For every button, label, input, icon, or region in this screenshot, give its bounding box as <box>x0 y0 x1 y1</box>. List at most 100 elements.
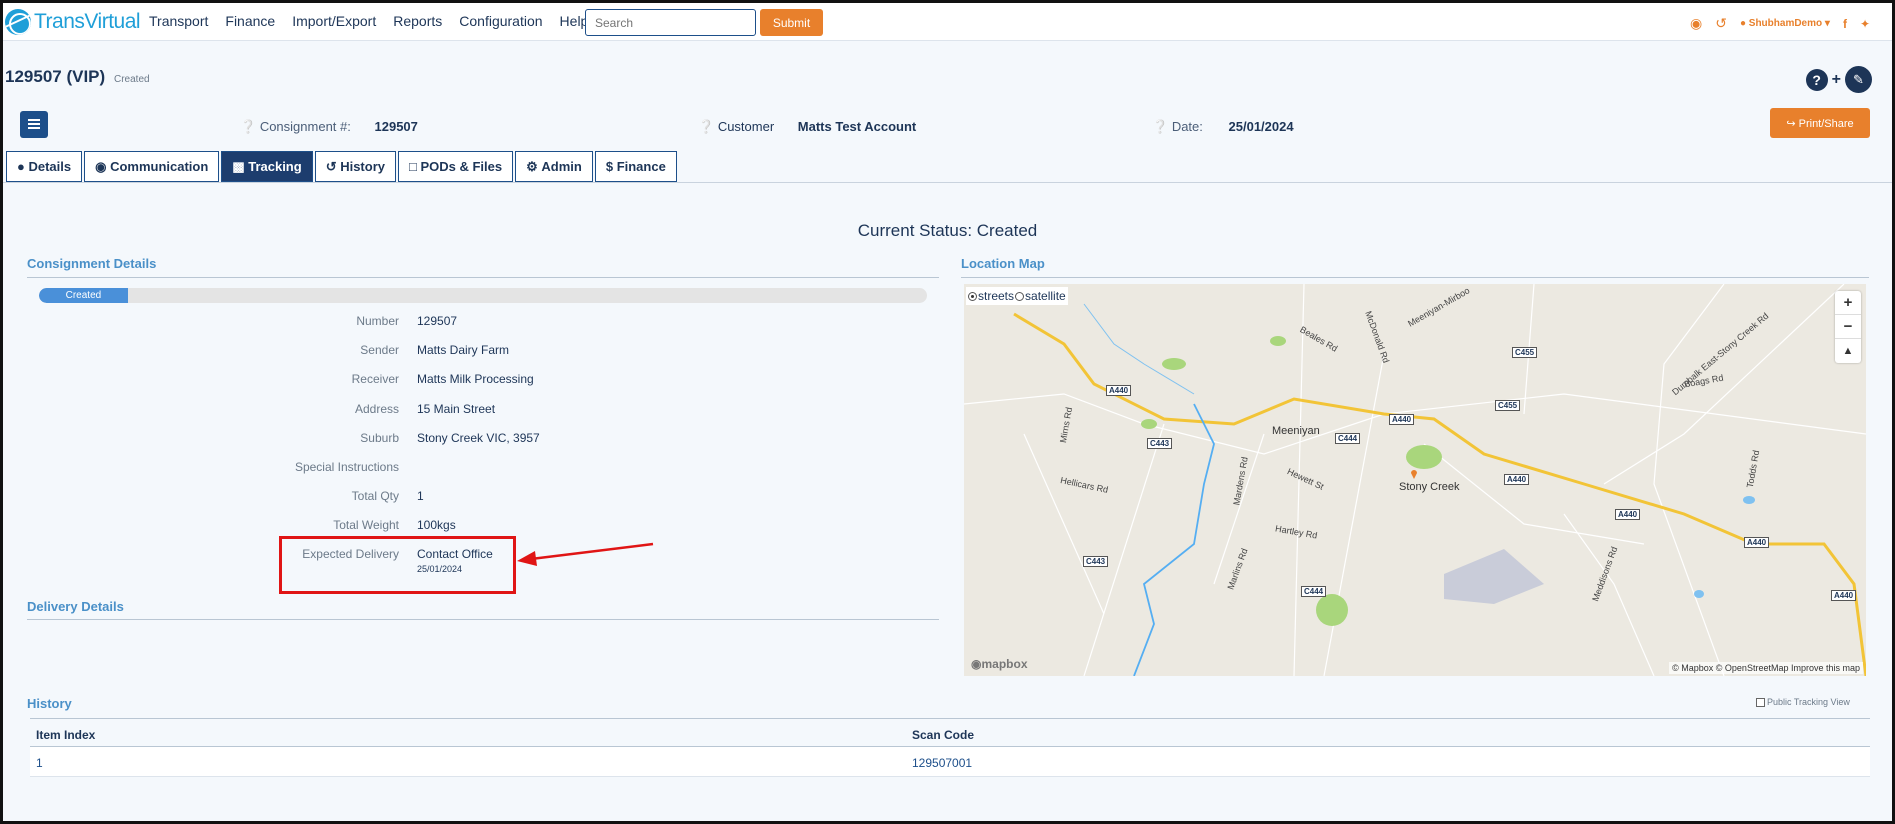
public-tracking-toggle[interactable]: Public Tracking View <box>1756 697 1850 707</box>
top-right-actions: ? + ✎ <box>1805 66 1872 93</box>
main-menu: Transport Finance Import/Export Reports … <box>149 13 605 29</box>
satellite-label: satellite <box>1025 289 1066 303</box>
road-shield: C443 <box>1147 438 1173 449</box>
date-info: ❔ Date: 25/01/2024 <box>1152 119 1294 134</box>
share-icon: ↪ <box>1786 117 1799 130</box>
highlight-box <box>279 536 516 594</box>
gear-icon: ⚙ <box>526 158 542 174</box>
road-shield: A440 <box>1615 509 1641 520</box>
road-shield: C443 <box>1083 556 1109 567</box>
map-label-road: Hellicars Rd <box>1059 475 1110 495</box>
table-header: Item Index Scan Code <box>30 718 1870 747</box>
annotation-arrow <box>517 542 654 566</box>
user-icon: ● <box>1739 18 1749 29</box>
twitter-icon[interactable]: ✦ <box>1860 17 1870 31</box>
progress-fill: Created <box>39 288 128 303</box>
submit-button[interactable]: Submit <box>760 9 823 36</box>
map-label-stony-creek: Stony Creek <box>1399 481 1460 493</box>
user-menu[interactable]: ● ShubhamDemo ▾ <box>1740 18 1830 29</box>
hamburger-menu-button[interactable] <box>20 111 48 138</box>
map-label-road: Mirns Rd <box>1057 406 1075 444</box>
info-icon: ❔ <box>1152 119 1172 134</box>
public-tracking-label: Public Tracking View <box>1767 697 1850 707</box>
public-tracking-checkbox[interactable] <box>1756 697 1765 707</box>
consignment-details-heading: Consignment Details <box>27 256 157 271</box>
menu-transport[interactable]: Transport <box>149 13 208 29</box>
tab-admin[interactable]: ⚙ Admin <box>515 151 593 182</box>
plus-icon[interactable]: + <box>1832 71 1841 89</box>
compass-reset-button[interactable]: ▲ <box>1835 339 1861 363</box>
zoom-out-button[interactable]: − <box>1835 315 1861 339</box>
tab-details[interactable]: ● Details <box>6 151 83 182</box>
tab-bar: ● Details ◉ Communication ▩ Tracking ↺ H… <box>6 151 677 182</box>
satellite-radio[interactable] <box>1015 291 1025 301</box>
user-icon: ● <box>17 159 29 174</box>
streets-label: streets <box>978 289 1015 303</box>
history-icon: ↺ <box>325 158 341 174</box>
road-shield: A440 <box>1831 590 1857 601</box>
truck-icon: ▩ <box>232 158 249 174</box>
map-zoom-controls: + − ▲ <box>1835 291 1861 363</box>
app-logo[interactable]: TransVirtual <box>5 9 141 35</box>
menu-import-export[interactable]: Import/Export <box>292 13 376 29</box>
status-progress-bar: Created <box>39 288 927 303</box>
dollar-icon: $ <box>605 159 617 174</box>
location-map-heading: Location Map <box>961 256 1045 271</box>
map-label-road: Meeniyan-Mirboo <box>1406 285 1472 329</box>
location-map[interactable]: Meeniyan Stony Creek Mirns Rd Hellicars … <box>964 284 1866 676</box>
tab-communication[interactable]: ◉ Communication <box>84 151 220 182</box>
divider <box>27 277 939 278</box>
map-style-switch: streets satellite <box>966 287 1068 305</box>
customer-info: ❔ Customer Matts Test Account <box>698 119 917 134</box>
zoom-in-button[interactable]: + <box>1835 291 1861 315</box>
road-shield: A440 <box>1504 474 1530 485</box>
map-label-road: Marlins Rd <box>1225 547 1250 591</box>
page-title: 129507 (VIP) <box>5 67 106 86</box>
map-label-road: Beales Rd <box>1298 324 1340 354</box>
divider <box>961 277 1869 278</box>
mapbox-logo[interactable]: ◉mapbox <box>971 657 1028 671</box>
map-label-road: Mardens Rd <box>1231 455 1250 507</box>
current-status: Current Status: Created <box>857 221 1038 240</box>
tab-finance[interactable]: $ Finance <box>594 151 677 182</box>
tab-pods-files[interactable]: □ PODs & Files <box>398 151 514 182</box>
streets-radio[interactable] <box>968 291 977 301</box>
tab-history[interactable]: ↺ History <box>314 151 396 182</box>
file-icon: □ <box>409 159 421 174</box>
column-header-scan-code[interactable]: Scan Code <box>912 728 974 742</box>
tag-icon[interactable]: ✎ <box>1845 66 1872 93</box>
comment-icon: ◉ <box>95 158 111 174</box>
cell-scan-code: 129507001 <box>912 756 973 770</box>
history-icon[interactable]: ↺ <box>1715 15 1727 32</box>
tab-divider <box>3 182 1892 183</box>
tab-tracking[interactable]: ▩ Tracking <box>221 151 313 182</box>
map-label-road: Hewett St <box>1285 466 1326 492</box>
print-share-button[interactable]: ↪ Print/Share <box>1770 108 1870 138</box>
road-shield: C444 <box>1335 433 1361 444</box>
table-row[interactable]: 1 129507001 <box>30 747 1870 777</box>
search-input[interactable] <box>585 9 756 36</box>
facebook-icon[interactable]: f <box>1843 17 1847 31</box>
info-icon: ❔ <box>240 119 260 134</box>
map-label-road: Hartley Rd <box>1274 523 1319 541</box>
menu-configuration[interactable]: Configuration <box>459 13 542 29</box>
help-icon[interactable]: ? <box>1805 68 1828 91</box>
road-shield: C455 <box>1512 347 1538 358</box>
mapbox-icon: ◉ <box>971 657 982 671</box>
divider <box>27 619 939 620</box>
chat-icon[interactable]: ◉ <box>1690 15 1702 32</box>
consignment-number: ❔ Consignment #: 129507 <box>240 119 418 134</box>
globe-icon <box>5 9 31 35</box>
menu-finance[interactable]: Finance <box>225 13 275 29</box>
menu-reports[interactable]: Reports <box>393 13 442 29</box>
road-shield: C455 <box>1495 400 1521 411</box>
map-label-road: McDonald Rd <box>1363 309 1392 365</box>
column-header-item-index[interactable]: Item Index <box>36 728 95 742</box>
map-attribution[interactable]: © Mapbox © OpenStreetMap Improve this ma… <box>1669 662 1863 674</box>
map-label-road: Todds Rd <box>1744 449 1762 489</box>
history-heading: History <box>27 696 72 711</box>
road-shield: A440 <box>1389 414 1415 425</box>
top-navbar: TransVirtual Transport Finance Import/Ex… <box>3 3 1892 41</box>
info-icon: ❔ <box>698 119 718 134</box>
map-label-road: Meddisons Rd <box>1590 545 1620 603</box>
